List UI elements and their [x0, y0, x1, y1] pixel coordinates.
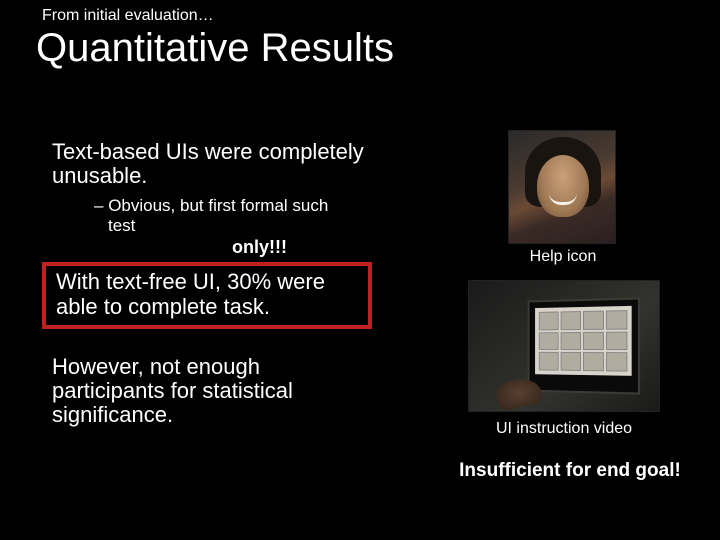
bullet-text-based-unusable: Text-based UIs were completely unusable.	[52, 140, 392, 188]
eyebrow-text: From initial evaluation…	[42, 7, 214, 25]
footer-conclusion: Insufficient for end goal!	[440, 460, 700, 482]
highlighted-callout: With text-free UI, 30% were able to comp…	[42, 262, 372, 328]
help-icon-caption: Help icon	[498, 248, 628, 266]
sub-bullet-first-formal: Obvious, but first formal such test	[94, 196, 334, 235]
emphasis-only: only!!!	[232, 237, 392, 258]
instruction-video-caption: UI instruction video	[468, 420, 660, 438]
slide-title: Quantitative Results	[36, 26, 394, 71]
help-icon-image	[508, 130, 616, 244]
callout-text: With text-free UI, 30% were able to comp…	[56, 270, 358, 318]
bullet-not-significant: However, not enough participants for sta…	[52, 355, 342, 428]
instruction-video-image	[468, 280, 660, 412]
left-column: Text-based UIs were completely unusable.…	[52, 140, 392, 427]
